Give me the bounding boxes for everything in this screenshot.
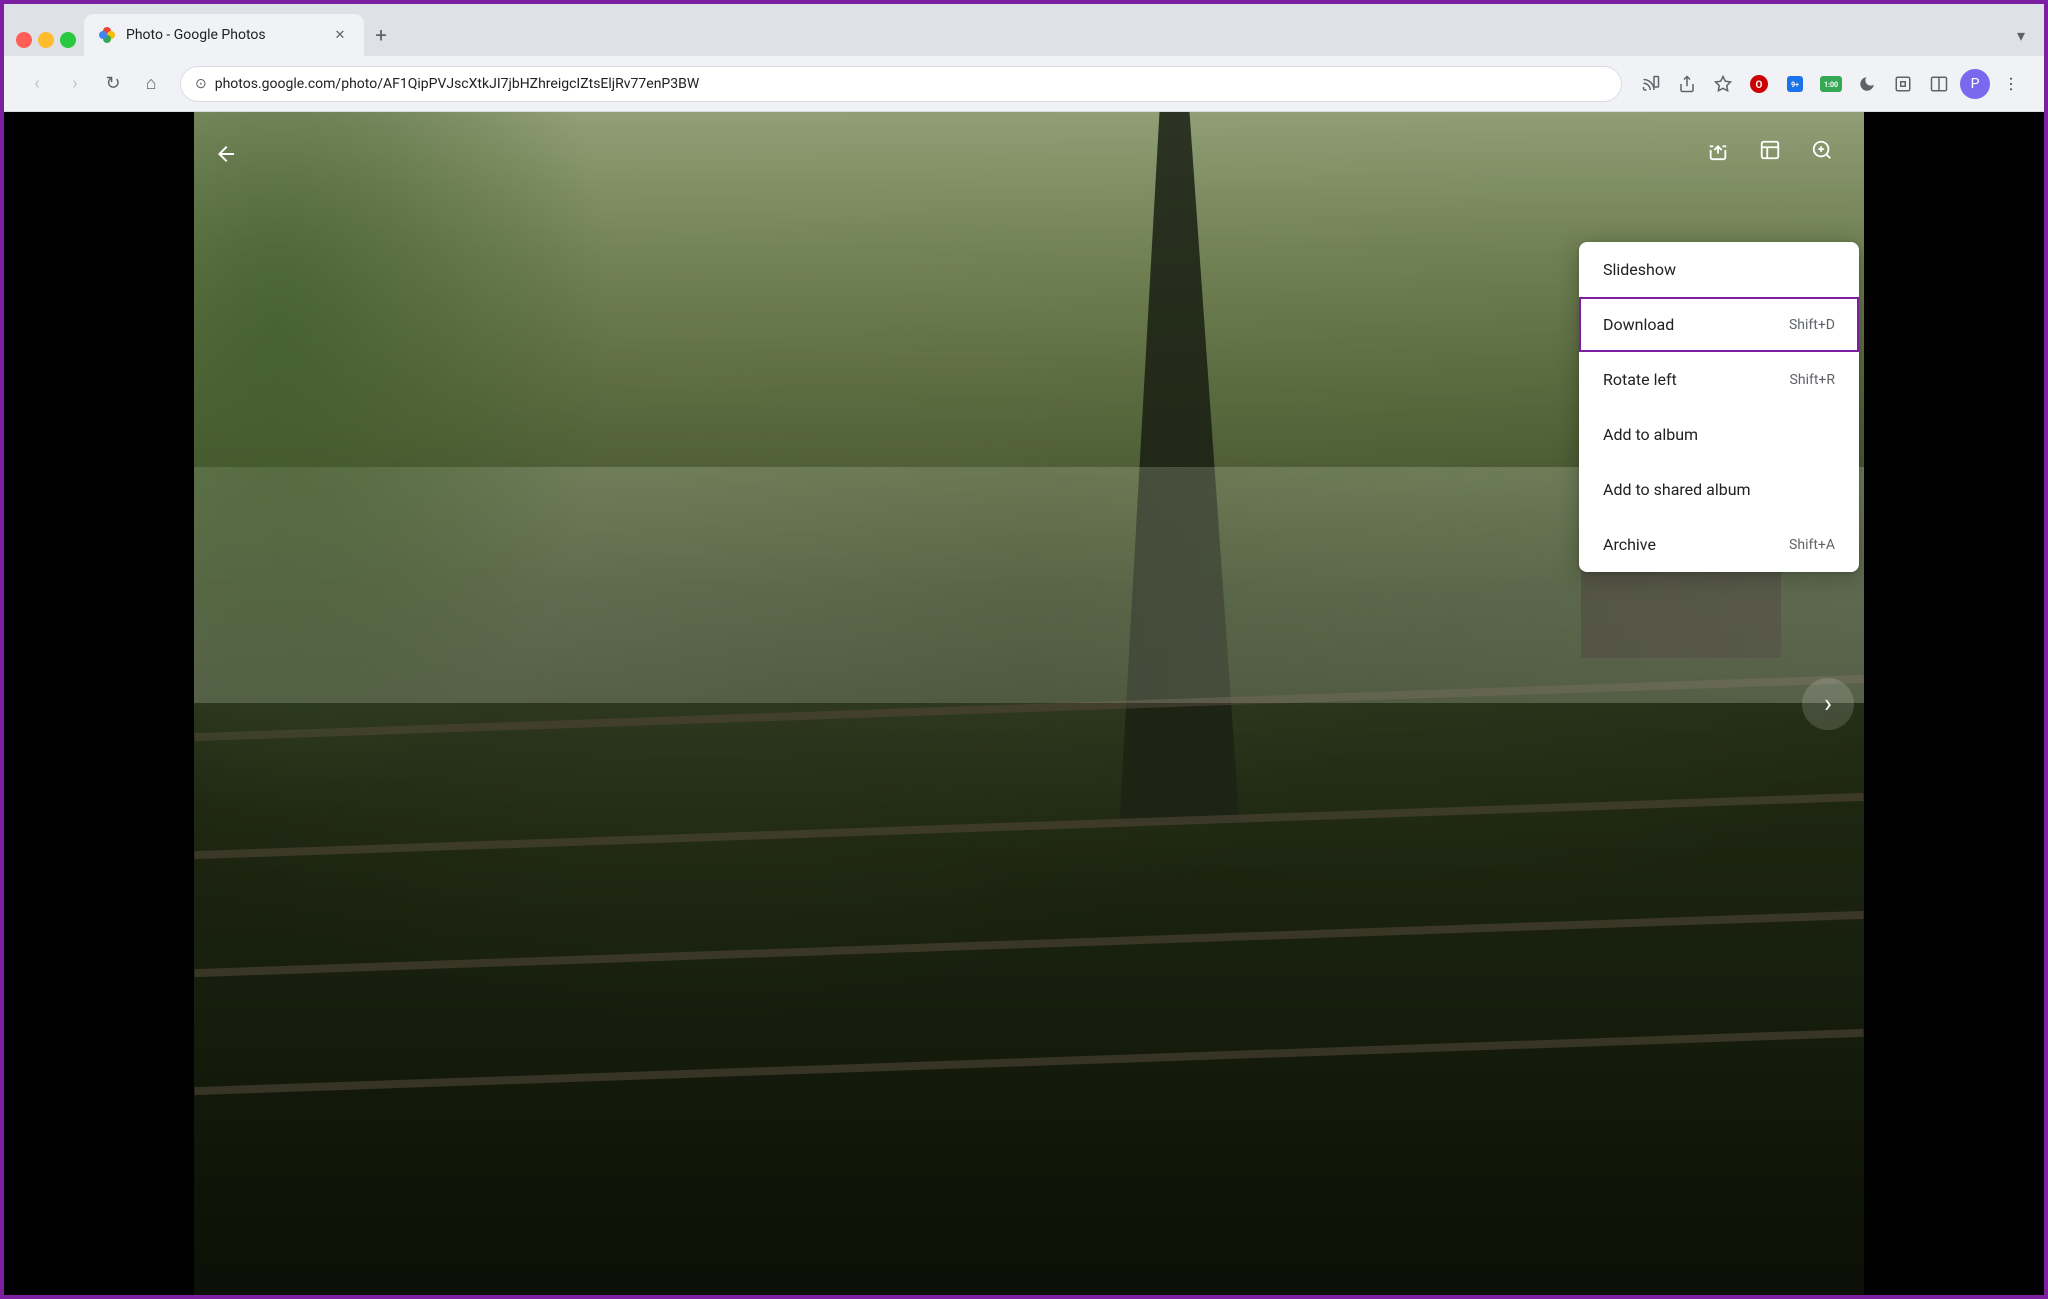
- menu-item-slideshow[interactable]: Slideshow: [1579, 242, 1859, 297]
- extension-1-icon[interactable]: 9+: [1778, 67, 1812, 101]
- adblock-icon[interactable]: O: [1742, 67, 1776, 101]
- browser-window: Photo - Google Photos ✕ + ▾ ‹ › ↻ ⌂ ⊙ ph…: [4, 4, 2044, 1295]
- right-panel: [1864, 112, 2044, 1295]
- next-photo-button[interactable]: ›: [1802, 678, 1854, 730]
- close-window-button[interactable]: [16, 32, 32, 48]
- active-tab[interactable]: Photo - Google Photos ✕: [84, 14, 364, 56]
- menu-item-archive[interactable]: Archive Shift+A: [1579, 517, 1859, 572]
- address-bar: ‹ › ↻ ⌂ ⊙ photos.google.com/photo/AF1Qip…: [4, 56, 2044, 112]
- minimize-window-button[interactable]: [38, 32, 54, 48]
- maximize-window-button[interactable]: [60, 32, 76, 48]
- archive-label: Archive: [1603, 535, 1656, 554]
- tab-title: Photo - Google Photos: [126, 27, 320, 43]
- svg-text:1:00: 1:00: [1824, 81, 1838, 89]
- tab-end-controls: ▾: [2006, 20, 2036, 56]
- bookmark-button[interactable]: [1706, 67, 1740, 101]
- edit-photo-button[interactable]: [1748, 128, 1792, 172]
- share-page-button[interactable]: [1670, 67, 1704, 101]
- content-area: › Slideshow Download Shift+D Rotate left…: [4, 112, 2044, 1295]
- svg-text:9+: 9+: [1791, 81, 1799, 89]
- extension-2-icon[interactable]: 1:00: [1814, 67, 1848, 101]
- tab-bar: Photo - Google Photos ✕ + ▾: [4, 4, 2044, 56]
- archive-shortcut: Shift+A: [1789, 537, 1835, 553]
- menu-item-download[interactable]: Download Shift+D: [1579, 297, 1859, 352]
- slideshow-label: Slideshow: [1603, 260, 1676, 279]
- url-text: photos.google.com/photo/AF1QipPVJscXtkJI…: [215, 76, 1607, 92]
- download-label: Download: [1603, 315, 1674, 334]
- tab-close-button[interactable]: ✕: [330, 25, 350, 45]
- split-view-icon[interactable]: [1922, 67, 1956, 101]
- add-to-shared-album-label: Add to shared album: [1603, 480, 1751, 499]
- back-to-photos-button[interactable]: [204, 132, 248, 176]
- secure-icon: ⊙: [195, 76, 207, 92]
- foliage-left: [194, 112, 612, 822]
- toolbar-icons: O 9+ 1:00: [1634, 67, 2028, 101]
- menu-item-rotate-left[interactable]: Rotate left Shift+R: [1579, 352, 1859, 407]
- window-controls: [12, 32, 84, 56]
- tab-favicon: [98, 26, 116, 44]
- share-photo-button[interactable]: [1696, 128, 1740, 172]
- add-to-album-label: Add to album: [1603, 425, 1698, 444]
- cast-button[interactable]: [1634, 67, 1668, 101]
- url-bar[interactable]: ⊙ photos.google.com/photo/AF1QipPVJscXtk…: [180, 66, 1622, 102]
- chrome-menu-button[interactable]: [1994, 67, 2028, 101]
- avatar-image: P: [1960, 69, 1990, 99]
- rotate-left-label: Rotate left: [1603, 370, 1677, 389]
- left-panel: [4, 112, 194, 1295]
- tab-strip-dropdown[interactable]: ▾: [2006, 20, 2036, 50]
- svg-text:O: O: [1756, 80, 1763, 91]
- dark-mode-icon[interactable]: [1850, 67, 1884, 101]
- new-tab-button[interactable]: +: [364, 18, 398, 52]
- zoom-photo-button[interactable]: [1800, 128, 1844, 172]
- forward-button[interactable]: ›: [58, 67, 92, 101]
- menu-item-add-to-album[interactable]: Add to album: [1579, 407, 1859, 462]
- back-button[interactable]: ‹: [20, 67, 54, 101]
- download-shortcut: Shift+D: [1789, 317, 1835, 333]
- context-menu: Slideshow Download Shift+D Rotate left S…: [1579, 242, 1859, 572]
- rotate-left-shortcut: Shift+R: [1790, 372, 1835, 388]
- profile-avatar[interactable]: P: [1958, 67, 1992, 101]
- home-button[interactable]: ⌂: [134, 67, 168, 101]
- photo-controls: [1696, 128, 1844, 172]
- reload-button[interactable]: ↻: [96, 67, 130, 101]
- extension-3-icon[interactable]: [1886, 67, 1920, 101]
- menu-item-add-to-shared-album[interactable]: Add to shared album: [1579, 462, 1859, 517]
